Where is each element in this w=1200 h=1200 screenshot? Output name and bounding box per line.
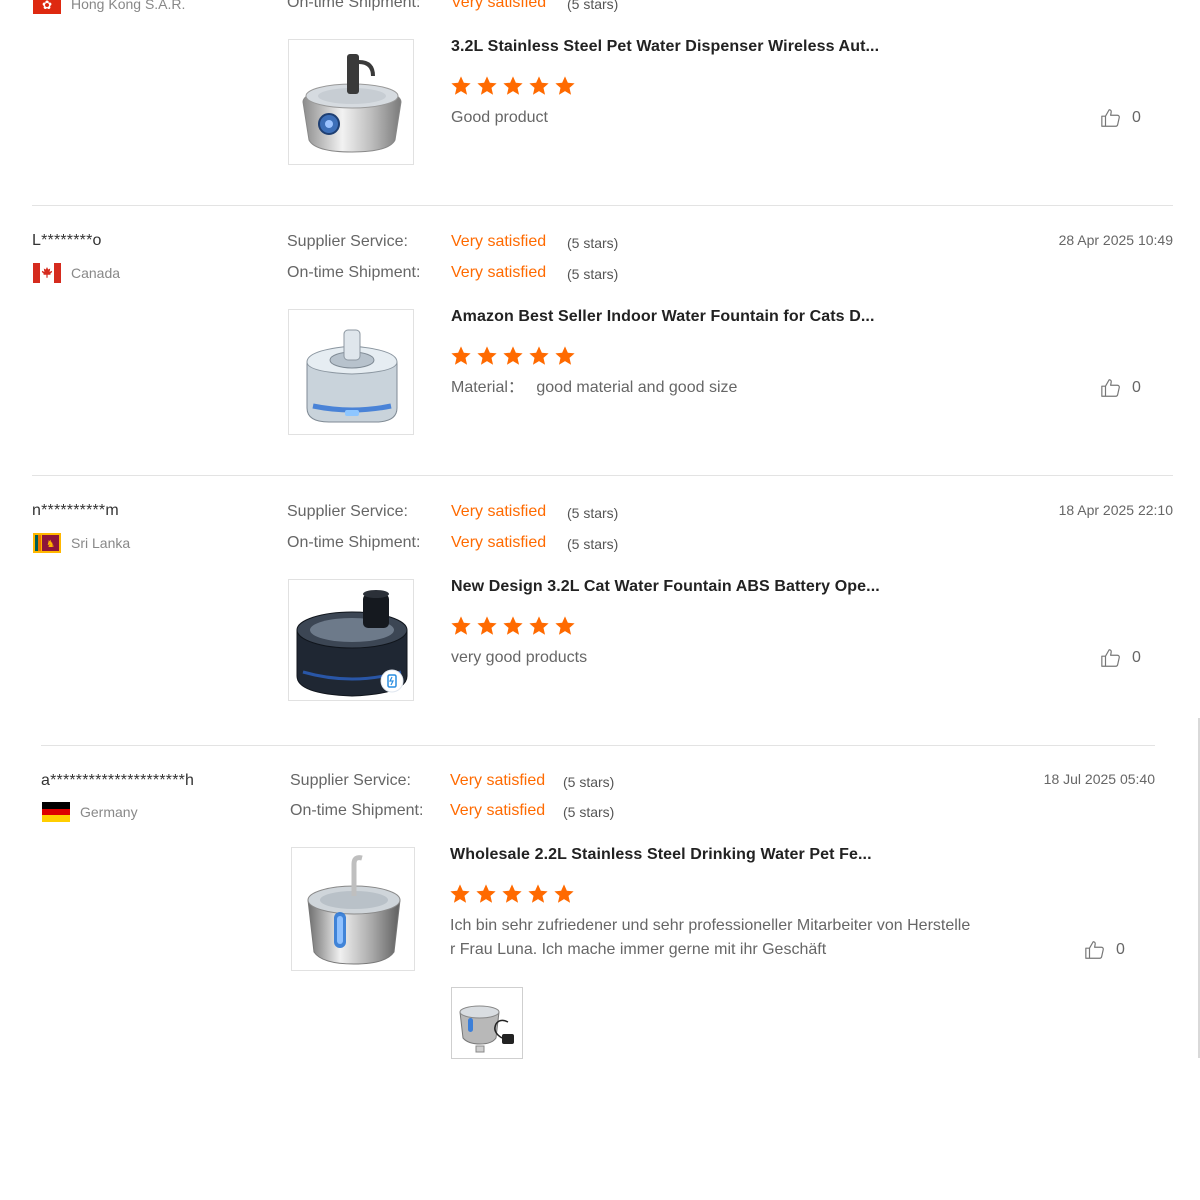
like-count: 0: [1116, 941, 1125, 958]
black-cat-water-fountain-image[interactable]: [288, 579, 414, 701]
supplier-service-value: Very satisfied: [450, 772, 546, 789]
thumbs-up-icon: [1085, 941, 1104, 959]
review-date: 28 Apr 2025 10:49: [1058, 232, 1173, 248]
ontime-label: On-time Shipment:: [287, 264, 421, 281]
supplier-service-value: Very satisfied: [451, 503, 547, 520]
star-icon: [529, 76, 549, 95]
review-comment: very good products: [451, 649, 588, 666]
ontime-stars: (5 stars): [567, 266, 619, 282]
star-icon: [451, 76, 471, 95]
sri-lanka-flag-icon: ♞: [33, 533, 61, 553]
reviewer-country: Germany: [42, 802, 138, 822]
star-icon: [451, 346, 471, 365]
comment-label: Material：: [451, 379, 524, 396]
ontime-stars: (5 stars): [567, 0, 619, 12]
star-icon: [451, 616, 471, 635]
supplier-service-stars: (5 stars): [567, 505, 619, 521]
germany-flag-icon: [42, 802, 70, 822]
star-icon: [476, 884, 496, 903]
review-divider: [32, 205, 1173, 206]
review-comment: Ich bin sehr zufriedener und sehr profes…: [450, 914, 1050, 962]
country-name: Sri Lanka: [71, 535, 131, 551]
star-icon: [528, 884, 548, 903]
canada-flag-icon: [33, 263, 61, 283]
stainless-pet-feeder-image[interactable]: [291, 847, 415, 971]
like-button[interactable]: 0: [1100, 647, 1141, 669]
star-icon: [477, 346, 497, 365]
product-title-link[interactable]: Wholesale 2.2L Stainless Steel Drinking …: [450, 846, 872, 864]
star-icon: [529, 346, 549, 365]
ontime-value: Very satisfied: [451, 264, 547, 281]
like-button[interactable]: 0: [1100, 377, 1141, 399]
reviewer-country: ♞ Sri Lanka: [33, 533, 130, 553]
star-icon: [503, 616, 523, 635]
star-icon: [502, 884, 522, 903]
star-icon: [555, 616, 575, 635]
supplier-service-stars: (5 stars): [563, 774, 615, 790]
thumbs-up-icon: [1101, 109, 1120, 127]
review-comment: Material： good material and good size: [451, 376, 737, 400]
supplier-service-label: Supplier Service:: [290, 772, 411, 789]
comment-line: r Frau Luna. Ich mache immer gerne mit i…: [450, 941, 827, 958]
comment-text: good material and good size: [536, 379, 738, 396]
ontime-stars: (5 stars): [563, 804, 615, 820]
country-name: Hong Kong S.A.R.: [71, 0, 186, 12]
like-button[interactable]: 0: [1084, 939, 1125, 961]
ontime-value: Very satisfied: [451, 534, 547, 551]
review-date: 18 Apr 2025 22:10: [1058, 502, 1173, 518]
like-count: 0: [1132, 649, 1141, 666]
thumbs-up-icon: [1101, 649, 1120, 667]
review-date: 18 Jul 2025 05:40: [1043, 771, 1155, 787]
product-rating-stars: [449, 883, 575, 905]
product-rating-stars: [450, 75, 576, 97]
reviewer-name: n**********m: [32, 502, 119, 519]
star-icon: [555, 346, 575, 365]
ontime-label: On-time Shipment:: [290, 802, 424, 819]
star-icon: [555, 76, 575, 95]
supplier-service-label: Supplier Service:: [287, 233, 408, 250]
ontime-stars: (5 stars): [567, 536, 619, 552]
reviewer-name: a*********************h: [41, 772, 195, 789]
review-comment: Good product: [451, 109, 548, 126]
reviewer-name: L********o: [32, 232, 102, 249]
ontime-value: Very satisfied: [451, 0, 547, 11]
country-name: Germany: [80, 804, 138, 820]
supplier-service-value: Very satisfied: [451, 233, 547, 250]
clear-cat-water-fountain-image[interactable]: [288, 309, 414, 435]
comment-line: Ich bin sehr zufriedener und sehr profes…: [450, 917, 971, 934]
supplier-service-stars: (5 stars): [567, 235, 619, 251]
product-rating-stars: [450, 345, 576, 367]
product-rating-stars: [450, 615, 576, 637]
review-divider: [32, 475, 1173, 476]
product-title-link[interactable]: Amazon Best Seller Indoor Water Fountain…: [451, 308, 875, 326]
review-photo-thumbnail[interactable]: [451, 987, 523, 1059]
star-icon: [503, 76, 523, 95]
star-icon: [503, 346, 523, 365]
hong-kong-flag-icon: ✿: [33, 0, 61, 14]
reviewer-country: ✿ Hong Kong S.A.R.: [33, 0, 185, 14]
like-count: 0: [1132, 109, 1141, 126]
steel-pet-water-dispenser-image[interactable]: [288, 39, 414, 165]
star-icon: [529, 616, 549, 635]
country-name: Canada: [71, 265, 121, 281]
ontime-label: On-time Shipment:: [287, 534, 421, 551]
product-title-link[interactable]: New Design 3.2L Cat Water Fountain ABS B…: [451, 578, 880, 596]
review-divider: [41, 745, 1155, 746]
supplier-service-label: Supplier Service:: [287, 503, 408, 520]
star-icon: [477, 616, 497, 635]
ontime-label: On-time Shipment:: [287, 0, 421, 11]
svg-text:♞: ♞: [46, 539, 55, 550]
svg-text:✿: ✿: [42, 0, 52, 12]
like-button[interactable]: 0: [1100, 107, 1141, 129]
star-icon: [450, 884, 470, 903]
thumbs-up-icon: [1101, 379, 1120, 397]
ontime-value: Very satisfied: [450, 802, 546, 819]
like-count: 0: [1132, 379, 1141, 396]
reviewer-country: Canada: [33, 263, 120, 283]
star-icon: [554, 884, 574, 903]
star-icon: [477, 76, 497, 95]
product-title-link[interactable]: 3.2L Stainless Steel Pet Water Dispenser…: [451, 38, 879, 56]
